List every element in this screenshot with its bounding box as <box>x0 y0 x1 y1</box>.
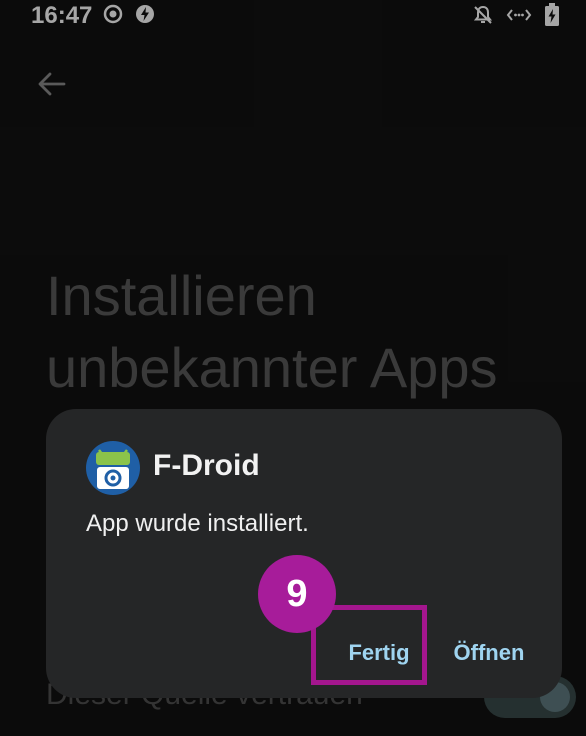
install-complete-dialog: F-Droid App wurde installiert. Fertig Öf… <box>46 409 562 698</box>
open-button[interactable]: Öffnen <box>449 635 529 671</box>
dialog-message: App wurde installiert. <box>86 510 309 537</box>
f-droid-app-icon <box>86 441 140 495</box>
step-number-badge: 9 <box>258 555 336 633</box>
app-name: F-Droid <box>153 449 260 482</box>
